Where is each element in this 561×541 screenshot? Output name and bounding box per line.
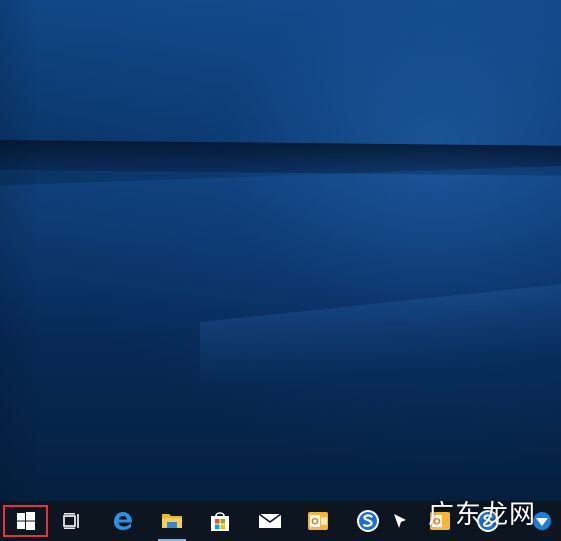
- wallpaper-shadow: [0, 0, 40, 501]
- outlook-button[interactable]: O: [296, 501, 340, 541]
- wallpaper-light-beam: [0, 0, 561, 162]
- sogou-s-icon: [477, 510, 499, 532]
- edge-button[interactable]: [101, 501, 145, 541]
- outlook-icon: O: [308, 512, 328, 530]
- network-icon: [533, 512, 551, 530]
- network-button[interactable]: [522, 501, 561, 541]
- task-view-button[interactable]: [50, 501, 94, 541]
- sogou-browser-2-button[interactable]: [466, 501, 510, 541]
- edge-icon: [114, 512, 133, 530]
- outlook-2-button[interactable]: O: [418, 501, 462, 541]
- sogou-s-icon: [357, 510, 379, 532]
- outlook-icon: O: [430, 512, 450, 530]
- desktop-wallpaper: [0, 0, 561, 501]
- wallpaper-light-beam: [200, 277, 561, 393]
- windows-logo-icon: [17, 512, 35, 530]
- mail-button[interactable]: [248, 501, 292, 541]
- task-view-icon: [63, 513, 79, 529]
- svg-text:O: O: [311, 518, 319, 528]
- start-button[interactable]: [4, 501, 48, 541]
- wallpaper-dark-band: [0, 139, 561, 177]
- taskbar: O O: [0, 501, 561, 541]
- file-explorer-button[interactable]: [150, 501, 194, 541]
- folder-icon: [162, 514, 182, 528]
- wallpaper-light-beam: [0, 163, 561, 337]
- pin-icon: [394, 514, 406, 528]
- svg-text:O: O: [433, 518, 441, 528]
- store-bag-icon: [211, 512, 229, 531]
- pinned-app-button[interactable]: [380, 501, 420, 541]
- mail-icon: [258, 513, 282, 528]
- store-button[interactable]: [198, 501, 242, 541]
